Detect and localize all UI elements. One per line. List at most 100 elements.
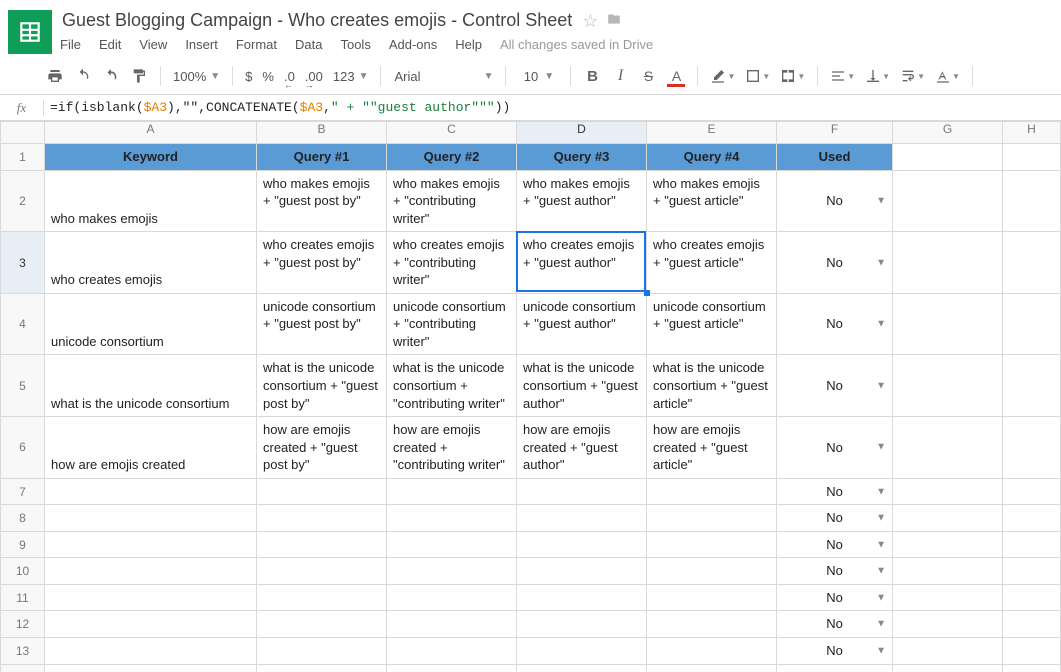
cell[interactable] <box>1003 144 1061 171</box>
cell[interactable]: No▼ <box>777 638 893 665</box>
cell[interactable] <box>517 531 647 558</box>
cell[interactable]: Query #3 <box>517 144 647 171</box>
cell[interactable] <box>893 611 1003 638</box>
col-header-f[interactable]: F <box>777 122 893 144</box>
cell[interactable] <box>45 531 257 558</box>
dropdown-arrow-icon[interactable]: ▼ <box>876 644 886 658</box>
cell[interactable]: No▼ <box>777 170 893 232</box>
cell[interactable] <box>517 638 647 665</box>
cell[interactable]: who creates emojis + "guest author" <box>517 232 647 294</box>
cell[interactable] <box>257 584 387 611</box>
col-header-c[interactable]: C <box>387 122 517 144</box>
cell[interactable] <box>647 664 777 672</box>
col-header-a[interactable]: A <box>45 122 257 144</box>
sheets-logo[interactable] <box>8 10 52 54</box>
strikethrough-button[interactable]: S <box>639 66 657 86</box>
cell[interactable] <box>893 170 1003 232</box>
dropdown-arrow-icon[interactable]: ▼ <box>876 256 886 270</box>
format-percent-button[interactable]: % <box>262 69 274 84</box>
star-icon[interactable]: ☆ <box>582 12 598 30</box>
row-header[interactable]: 12 <box>1 611 45 638</box>
cell[interactable] <box>1003 611 1061 638</box>
cell[interactable]: No▼ <box>777 531 893 558</box>
cell[interactable]: No▼ <box>777 505 893 532</box>
cell[interactable] <box>647 638 777 665</box>
folder-icon[interactable] <box>606 12 622 30</box>
cell[interactable]: No▼ <box>777 611 893 638</box>
redo-icon[interactable] <box>102 66 120 86</box>
cell[interactable]: No▼ <box>777 584 893 611</box>
italic-button[interactable]: I <box>611 66 629 86</box>
cell[interactable]: No▼ <box>777 232 893 294</box>
cell[interactable] <box>1003 505 1061 532</box>
cell[interactable] <box>893 293 1003 355</box>
cell[interactable] <box>387 505 517 532</box>
col-header-g[interactable]: G <box>893 122 1003 144</box>
bold-button[interactable]: B <box>583 66 601 86</box>
increase-decimal-button[interactable]: .00→ <box>305 69 323 84</box>
cell[interactable] <box>893 417 1003 479</box>
cell[interactable] <box>1003 531 1061 558</box>
cell[interactable] <box>387 531 517 558</box>
cell[interactable] <box>893 664 1003 672</box>
dropdown-arrow-icon[interactable]: ▼ <box>876 618 886 632</box>
cell[interactable]: who makes emojis + "guest post by" <box>257 170 387 232</box>
cell[interactable]: who makes emojis + "contributing writer" <box>387 170 517 232</box>
cell[interactable]: how are emojis created <box>45 417 257 479</box>
cell[interactable] <box>45 478 257 505</box>
cell[interactable]: how are emojis created + "contributing w… <box>387 417 517 479</box>
dropdown-arrow-icon[interactable]: ▼ <box>876 441 886 455</box>
cell[interactable]: No▼ <box>777 558 893 585</box>
decrease-decimal-button[interactable]: .0← <box>284 69 295 84</box>
cell[interactable]: what is the unicode consortium + "contri… <box>387 355 517 417</box>
document-title[interactable]: Guest Blogging Campaign - Who creates em… <box>60 8 574 33</box>
cell[interactable]: Query #4 <box>647 144 777 171</box>
dropdown-arrow-icon[interactable]: ▼ <box>876 485 886 499</box>
cell[interactable]: No▼ <box>777 355 893 417</box>
cell[interactable] <box>1003 232 1061 294</box>
spreadsheet-grid[interactable]: A B C D E F G H 1KeywordQuery #1Query #2… <box>0 121 1061 672</box>
row-header[interactable]: 14 <box>1 664 45 672</box>
cell[interactable] <box>257 611 387 638</box>
formula-input[interactable]: =if(isblank($A3),"",CONCATENATE($A3," + … <box>44 100 1061 115</box>
row-header[interactable]: 11 <box>1 584 45 611</box>
cell[interactable] <box>257 638 387 665</box>
menu-insert[interactable]: Insert <box>185 37 218 52</box>
cell[interactable]: No▼ <box>777 293 893 355</box>
cell[interactable] <box>893 638 1003 665</box>
row-header[interactable]: 4 <box>1 293 45 355</box>
text-color-button[interactable]: A <box>667 66 685 86</box>
cell[interactable]: No▼ <box>777 478 893 505</box>
selection-fill-handle[interactable] <box>644 290 650 296</box>
menu-help[interactable]: Help <box>455 37 482 52</box>
dropdown-arrow-icon[interactable]: ▼ <box>876 194 886 208</box>
horizontal-align-button[interactable]: ▼ <box>830 66 855 86</box>
vertical-align-button[interactable]: ▼ <box>865 66 890 86</box>
menu-addons[interactable]: Add-ons <box>389 37 437 52</box>
cell[interactable]: who creates emojis + "guest post by" <box>257 232 387 294</box>
cell[interactable] <box>893 355 1003 417</box>
cell[interactable] <box>387 611 517 638</box>
print-icon[interactable] <box>46 66 64 86</box>
merge-cells-button[interactable]: ▼ <box>780 66 805 86</box>
cell[interactable] <box>387 478 517 505</box>
cell[interactable] <box>1003 584 1061 611</box>
cell[interactable] <box>1003 638 1061 665</box>
row-header[interactable]: 1 <box>1 144 45 171</box>
cell[interactable]: unicode consortium + "guest post by" <box>257 293 387 355</box>
cell[interactable]: who makes emojis <box>45 170 257 232</box>
cell[interactable] <box>257 531 387 558</box>
row-header[interactable]: 13 <box>1 638 45 665</box>
menu-tools[interactable]: Tools <box>340 37 370 52</box>
cell[interactable] <box>45 611 257 638</box>
cell[interactable]: unicode consortium + "contributing write… <box>387 293 517 355</box>
cell[interactable] <box>647 478 777 505</box>
font-size-select[interactable]: 10 ▼ <box>518 69 558 84</box>
cell[interactable] <box>45 584 257 611</box>
cell[interactable]: who creates emojis + "guest article" <box>647 232 777 294</box>
cell[interactable] <box>1003 558 1061 585</box>
format-currency-button[interactable]: $ <box>245 69 252 84</box>
paint-format-icon[interactable] <box>130 66 148 86</box>
cell[interactable] <box>1003 417 1061 479</box>
col-header-h[interactable]: H <box>1003 122 1061 144</box>
